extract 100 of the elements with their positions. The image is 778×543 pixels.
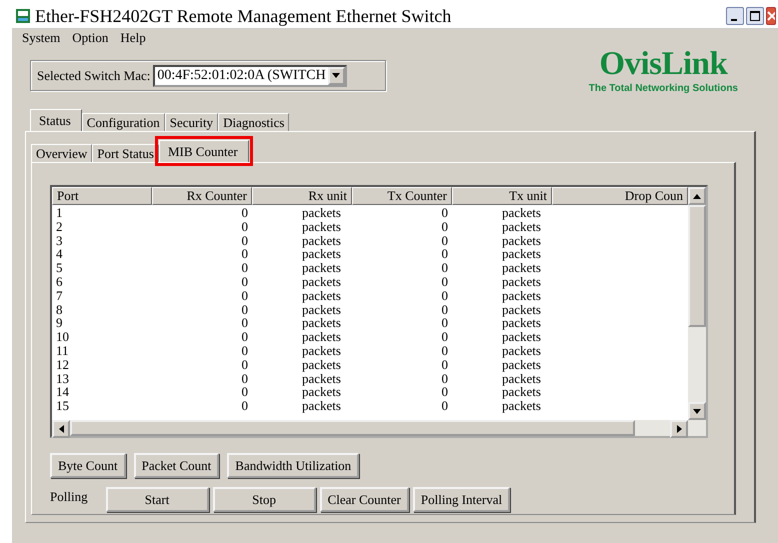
count-button[interactable]: Bandwidth Utilization bbox=[227, 453, 360, 478]
table-cell-text: 0 bbox=[440, 261, 449, 275]
table-cell-text: packets bbox=[501, 358, 542, 372]
table-cell-text: 6 bbox=[55, 274, 64, 289]
table-cell-text: packets bbox=[301, 206, 342, 220]
table-cell-text: 0 bbox=[240, 344, 249, 358]
table-cell-text: 0 bbox=[440, 234, 449, 248]
column-header[interactable]: Port bbox=[52, 187, 152, 205]
table-cell-text: packets bbox=[501, 220, 542, 234]
table-cell-text: packets bbox=[501, 261, 542, 275]
table-cell-text: 0 bbox=[240, 385, 249, 400]
table-cell-text: packets bbox=[301, 358, 342, 372]
polling-button[interactable]: Start bbox=[106, 487, 209, 512]
column-header[interactable]: Rx Counter bbox=[152, 187, 252, 205]
table-cell-text: 0 bbox=[240, 206, 249, 220]
table-cell-text: packets bbox=[501, 385, 542, 400]
count-button[interactable]: Packet Count bbox=[134, 453, 220, 478]
table-cell-text: packets bbox=[301, 288, 342, 303]
menu-item[interactable]: Help bbox=[120, 28, 146, 48]
table-cell-text: packets bbox=[501, 206, 542, 220]
table-cell-text: 0 bbox=[440, 358, 449, 372]
table-cell-text: 4 bbox=[55, 247, 64, 262]
logo-text: OvisLink bbox=[599, 47, 728, 81]
table-cell-text: 0 bbox=[240, 288, 249, 303]
table-cell-text: 0 bbox=[240, 316, 249, 330]
table-cell-text: 0 bbox=[440, 399, 449, 413]
table-cell-text: packets bbox=[301, 399, 342, 413]
table-cell-text: 0 bbox=[440, 330, 449, 344]
table-cell-text: 10 bbox=[55, 330, 70, 344]
table-cell-text: 12 bbox=[55, 358, 70, 372]
table-cell-text: 0 bbox=[240, 220, 249, 234]
table-cell-text: 0 bbox=[240, 302, 249, 316]
table-cell-text: 0 bbox=[440, 316, 449, 330]
column-header[interactable]: Tx unit bbox=[452, 187, 552, 205]
logo-tagline: The Total Networking Solutions bbox=[588, 82, 738, 96]
table-cell-text: 0 bbox=[440, 372, 449, 386]
table-cell-text: 9 bbox=[55, 316, 64, 330]
table-cell-text: packets bbox=[301, 274, 342, 289]
polling-label: Polling bbox=[50, 488, 88, 506]
table-cell-text: packets bbox=[301, 385, 342, 400]
count-button[interactable]: Byte Count bbox=[50, 453, 126, 478]
table-cell-text: packets bbox=[301, 247, 342, 262]
window-title: Ether-FSH2402GT Remote Management Ethernet Switch bbox=[35, 4, 452, 28]
table-cell-text: packets bbox=[301, 261, 342, 275]
table-cell-text: 11 bbox=[55, 344, 70, 358]
tab[interactable]: Status bbox=[30, 109, 82, 131]
polling-button[interactable]: Stop bbox=[212, 487, 316, 512]
table-cell-text: packets bbox=[301, 316, 342, 330]
table-cell-text: 0 bbox=[440, 302, 449, 316]
column-header[interactable]: Rx unit bbox=[252, 187, 352, 205]
tab[interactable]: Port Status bbox=[92, 144, 159, 162]
table-cell-text: 0 bbox=[240, 399, 249, 413]
table-cell-text: packets bbox=[501, 302, 542, 316]
table-cell-text: packets bbox=[301, 372, 342, 386]
menu-item[interactable]: System bbox=[22, 28, 60, 48]
table-cell-text: 0 bbox=[440, 288, 449, 303]
table-cell-text: 8 bbox=[55, 302, 64, 316]
table-cell-text: 0 bbox=[240, 234, 249, 248]
polling-button[interactable]: Clear Counter bbox=[320, 487, 409, 512]
table-cell-text: 0 bbox=[440, 344, 449, 358]
table-cell-text: 14 bbox=[55, 385, 70, 400]
table-cell-text: 0 bbox=[240, 274, 249, 289]
tab[interactable]: Security bbox=[164, 113, 218, 131]
tab[interactable]: Diagnostics bbox=[218, 113, 290, 131]
table-cell-text: packets bbox=[501, 372, 542, 386]
tab[interactable]: Configuration bbox=[82, 113, 165, 131]
table-cell-text: 0 bbox=[440, 385, 449, 400]
table-cell-text: 0 bbox=[240, 358, 249, 372]
table-cell-text: packets bbox=[301, 234, 342, 248]
menu-item[interactable]: Option bbox=[72, 28, 108, 48]
table-cell-text: 0 bbox=[440, 206, 449, 220]
table-cell-text: 0 bbox=[440, 274, 449, 289]
table-cell-text: 0 bbox=[440, 220, 449, 234]
table-cell-text: 0 bbox=[240, 372, 249, 386]
table-cell-text: packets bbox=[301, 344, 342, 358]
table-cell-text: 13 bbox=[55, 372, 70, 386]
table-cell-text: 0 bbox=[440, 247, 449, 262]
table-cell-text: 3 bbox=[55, 234, 64, 248]
table-cell-text: 15 bbox=[55, 399, 70, 413]
table-cell-text: packets bbox=[301, 220, 342, 234]
table-cell-text: packets bbox=[301, 330, 342, 344]
table-cell-text: packets bbox=[501, 234, 542, 248]
column-header[interactable]: Tx Counter bbox=[352, 187, 452, 205]
tab[interactable]: Overview bbox=[31, 144, 92, 162]
table-cell-text: packets bbox=[501, 288, 542, 303]
table-cell-text: packets bbox=[501, 344, 542, 358]
switch-mac-label: Selected Switch Mac: bbox=[37, 66, 150, 85]
table-cell-text: 1 bbox=[55, 206, 64, 220]
table-cell-text: packets bbox=[301, 302, 342, 316]
table-cell-text: 2 bbox=[55, 220, 64, 234]
switch-mac-dropdown[interactable]: 00:4F:52:01:02:0A (SWITCH bbox=[153, 64, 347, 86]
table-cell-text: packets bbox=[501, 330, 542, 344]
table-cell-text: 7 bbox=[55, 288, 64, 303]
column-header[interactable]: Drop Coun bbox=[552, 187, 688, 205]
table-cell-text: packets bbox=[501, 316, 542, 330]
table-cell-text: packets bbox=[501, 247, 542, 262]
table-cell-text: 0 bbox=[240, 247, 249, 262]
table-cell-text: 5 bbox=[55, 261, 64, 275]
table-cell-text: 0 bbox=[240, 330, 249, 344]
polling-button[interactable]: Polling Interval bbox=[412, 487, 510, 512]
